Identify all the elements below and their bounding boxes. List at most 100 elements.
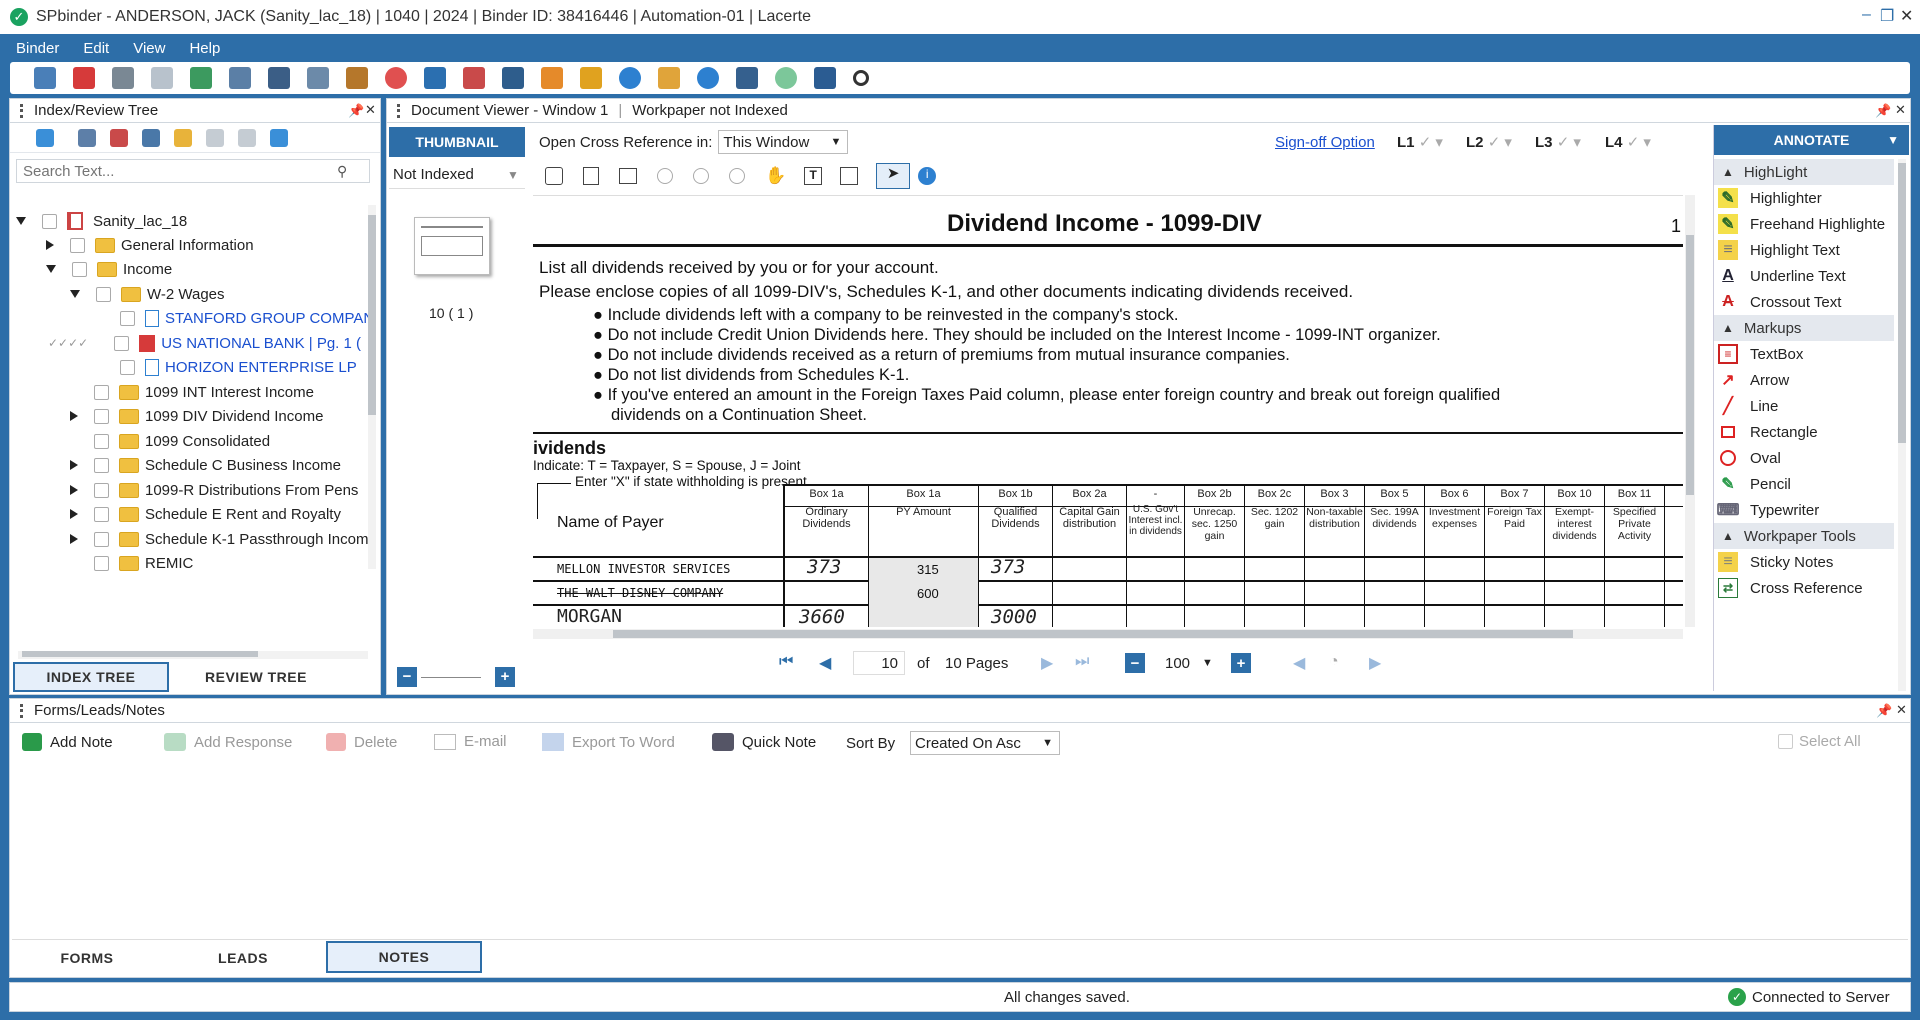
filter-icon[interactable]: ▼ (507, 168, 519, 182)
chevron-down-icon[interactable]: ▼ (831, 136, 842, 148)
expand-icon[interactable] (70, 460, 78, 470)
tree-search-input[interactable] (17, 162, 337, 180)
fit-width-icon[interactable] (619, 168, 637, 184)
grip-icon[interactable] (20, 103, 26, 118)
tool-freehand-highlight[interactable]: ✎ Freehand Highlighte (1718, 211, 1898, 237)
tree-checkbox[interactable] (96, 286, 111, 302)
transfer-icon[interactable] (541, 67, 563, 89)
delete-button[interactable]: Delete (326, 733, 397, 751)
tab-index-tree[interactable]: INDEX TREE (13, 662, 169, 692)
move-down-icon[interactable] (238, 128, 256, 147)
zoom-in-icon[interactable]: + (495, 667, 515, 687)
document-icon[interactable] (151, 67, 173, 89)
print-icon[interactable] (112, 67, 134, 89)
tab-leads[interactable]: LEADS (168, 943, 318, 973)
add-icon[interactable] (36, 128, 54, 147)
tree-node[interactable]: 1099 Consolidated (94, 429, 270, 453)
tool-oval[interactable]: Oval (1718, 445, 1898, 471)
refresh-icon[interactable] (775, 67, 797, 89)
tree-checkbox[interactable] (94, 555, 109, 571)
expand-icon[interactable] (70, 509, 78, 519)
lock-icon[interactable] (580, 67, 602, 89)
expand-icon[interactable] (70, 534, 78, 544)
pin-icon[interactable]: 📌 (348, 103, 364, 119)
rotate-right-icon[interactable] (729, 168, 745, 184)
zoom-slider[interactable] (421, 677, 481, 678)
info-icon[interactable] (697, 67, 719, 89)
help-icon[interactable] (619, 67, 641, 89)
tool-pencil[interactable]: ✎ Pencil (1718, 471, 1898, 497)
tree-node[interactable]: Sanity_lac_18 (16, 209, 187, 233)
tree-checkbox[interactable] (70, 237, 85, 253)
move-up-icon[interactable] (206, 128, 224, 147)
annotate-scrollbar[interactable] (1898, 159, 1906, 691)
link-icon[interactable] (270, 128, 288, 147)
tree-node[interactable]: Income (46, 257, 172, 281)
tree-hscrollbar[interactable] (18, 651, 368, 659)
grip-icon[interactable] (397, 103, 403, 118)
tree-node[interactable]: Schedule K-1 Passthrough Incom (70, 527, 368, 551)
grip-icon[interactable] (20, 703, 26, 718)
panel-close-icon[interactable]: ✕ (365, 102, 376, 118)
annotate-header[interactable]: ANNOTATE ▼ (1714, 125, 1909, 155)
sync-icon[interactable] (307, 67, 329, 89)
panel-close-icon[interactable]: ✕ (1896, 702, 1907, 718)
level-l3[interactable]: L3 ✓ ▾ (1535, 133, 1581, 151)
tree-checkbox[interactable] (94, 531, 109, 547)
tree-checkbox[interactable] (94, 457, 109, 473)
select-pointer-icon[interactable]: ➤ (876, 163, 911, 189)
gear-users-icon[interactable] (736, 67, 758, 89)
tree-node[interactable]: W-2 Wages (70, 282, 225, 306)
monitor-icon[interactable] (268, 67, 290, 89)
tab-notes[interactable]: NOTES (326, 941, 482, 973)
remove-icon[interactable] (110, 128, 128, 147)
tool-highlight-text[interactable]: ≡ Highlight Text (1718, 237, 1898, 263)
tab-forms[interactable]: FORMS (12, 943, 162, 973)
prev-page-icon[interactable]: ◀ (819, 653, 831, 673)
tree-checkbox[interactable] (72, 261, 87, 277)
last-page-icon[interactable]: ⏭ (1075, 653, 1089, 671)
tool-arrow[interactable]: ↗ Arrow (1718, 367, 1898, 393)
open-xref-select[interactable]: This Window ▼ (718, 130, 849, 154)
expand-icon[interactable] (70, 411, 78, 421)
history-back-icon[interactable]: ◀ (1293, 653, 1305, 673)
doc-hscrollbar[interactable] (533, 629, 1683, 639)
tool-typewriter[interactable]: ⌨ Typewriter (1716, 497, 1898, 523)
collapse-icon[interactable] (46, 265, 56, 273)
fit-icon[interactable] (545, 167, 563, 185)
level-l4[interactable]: L4 ✓ ▾ (1605, 133, 1651, 151)
thumbnail-tab[interactable]: THUMBNAIL (389, 127, 525, 157)
tool-highlighter[interactable]: ✎ Highlighter (1718, 185, 1898, 211)
section-markups[interactable]: ▲ Markups (1714, 315, 1894, 341)
thumbnail-filter[interactable]: Not Indexed ▼ (389, 161, 525, 189)
tree-checkbox[interactable] (94, 433, 109, 449)
collapse-icon[interactable] (70, 290, 80, 298)
tree-checkbox[interactable] (120, 310, 135, 326)
maximize-icon[interactable]: ❐ (1880, 6, 1894, 26)
page-number-input[interactable]: 10 (853, 651, 905, 675)
rotate-icon[interactable] (657, 168, 673, 184)
rotate-left-icon[interactable] (693, 168, 709, 184)
tree-document[interactable]: STANFORD GROUP COMPAN (120, 306, 374, 330)
folder-icon[interactable] (174, 128, 192, 147)
menu-view[interactable]: View (133, 40, 165, 57)
tree-checkbox[interactable] (94, 384, 109, 400)
hand-icon[interactable]: ✋ (765, 166, 786, 186)
tree-node[interactable]: REMIC (94, 551, 193, 575)
pdf-icon[interactable] (73, 67, 95, 89)
tax-icon[interactable] (424, 67, 446, 89)
select-all[interactable]: Select All (1778, 733, 1861, 750)
tree-node[interactable]: 1099 DIV Dividend Income (70, 404, 323, 428)
history-icon[interactable]: ◔ (1329, 653, 1339, 671)
list-icon[interactable] (840, 167, 859, 185)
zoom-select[interactable]: 100 ▼ (1159, 651, 1217, 675)
text-select-icon[interactable]: T (804, 167, 823, 185)
export-to-word-button[interactable]: Export To Word (542, 733, 675, 751)
tool-rectangle[interactable]: Rectangle (1718, 419, 1898, 445)
tree-node[interactable]: General Information (46, 233, 254, 257)
tab-review-tree[interactable]: REVIEW TREE (172, 662, 340, 692)
tool-cross-reference[interactable]: ⇄ Cross Reference (1718, 575, 1898, 601)
calendar-icon[interactable] (463, 67, 485, 89)
export-excel-icon[interactable] (190, 67, 212, 89)
tree-checkbox[interactable] (42, 213, 57, 229)
